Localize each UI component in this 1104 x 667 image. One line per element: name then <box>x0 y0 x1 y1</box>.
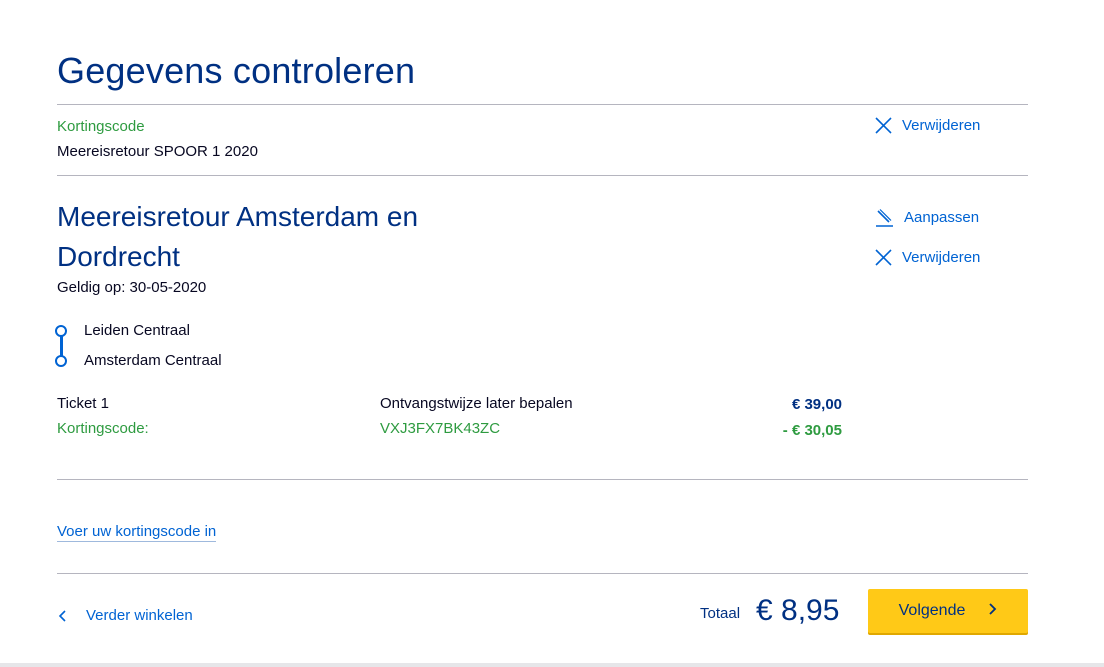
total-label: Totaal <box>700 605 741 622</box>
total-value: € 8,95 <box>756 594 840 627</box>
ticket-title: Meereisretour Amsterdam en Dordrecht <box>57 201 419 272</box>
ticket-valid-date: Geldig op: 30-05-2020 <box>57 279 207 296</box>
route-start-dot <box>55 325 67 337</box>
discount-line-amount: - € 30,05 <box>782 422 842 439</box>
discount-code: VXJ3FX7BK43ZC <box>380 420 501 437</box>
ticket-line-amount: € 39,00 <box>791 396 842 413</box>
close-icon <box>875 249 892 266</box>
remove-ticket-label: Verwijderen <box>902 249 981 266</box>
divider <box>57 573 1028 574</box>
pencil-icon <box>875 208 894 227</box>
close-icon <box>875 117 892 134</box>
edit-ticket-label: Aanpassen <box>904 209 980 226</box>
page-title: Gegevens controleren <box>57 50 416 91</box>
next-button-label: Volgende <box>898 602 966 619</box>
remove-discount-label: Verwijderen <box>902 117 981 134</box>
ticket-line-label: Ticket 1 <box>57 395 109 412</box>
bottom-edge <box>0 663 1104 667</box>
divider <box>57 104 1028 105</box>
discount-line-label: Kortingscode: <box>57 420 149 437</box>
discount-product: Meereisretour SPOOR 1 2020 <box>57 143 258 160</box>
continue-shopping-link[interactable]: Verder winkelen <box>58 607 193 624</box>
ticket-line-detail: Ontvangstwijze later bepalen <box>380 395 573 412</box>
enter-discount-code-link[interactable]: Voer uw kortingscode in <box>57 523 217 542</box>
remove-discount-button[interactable]: Verwijderen <box>875 117 980 134</box>
chevron-left-icon <box>58 609 68 623</box>
discount-label: Kortingscode <box>57 118 145 135</box>
route-from: Leiden Centraal <box>84 322 190 339</box>
edit-ticket-button[interactable]: Aanpassen <box>875 208 979 227</box>
route-to: Amsterdam Centraal <box>84 352 222 369</box>
chevron-right-icon <box>987 602 997 621</box>
divider <box>57 175 1028 176</box>
remove-ticket-button[interactable]: Verwijderen <box>875 249 980 266</box>
divider <box>57 479 1028 480</box>
route-end-dot <box>55 355 67 367</box>
continue-shopping-label: Verder winkelen <box>86 607 193 624</box>
next-button[interactable]: Volgende <box>868 589 1028 633</box>
